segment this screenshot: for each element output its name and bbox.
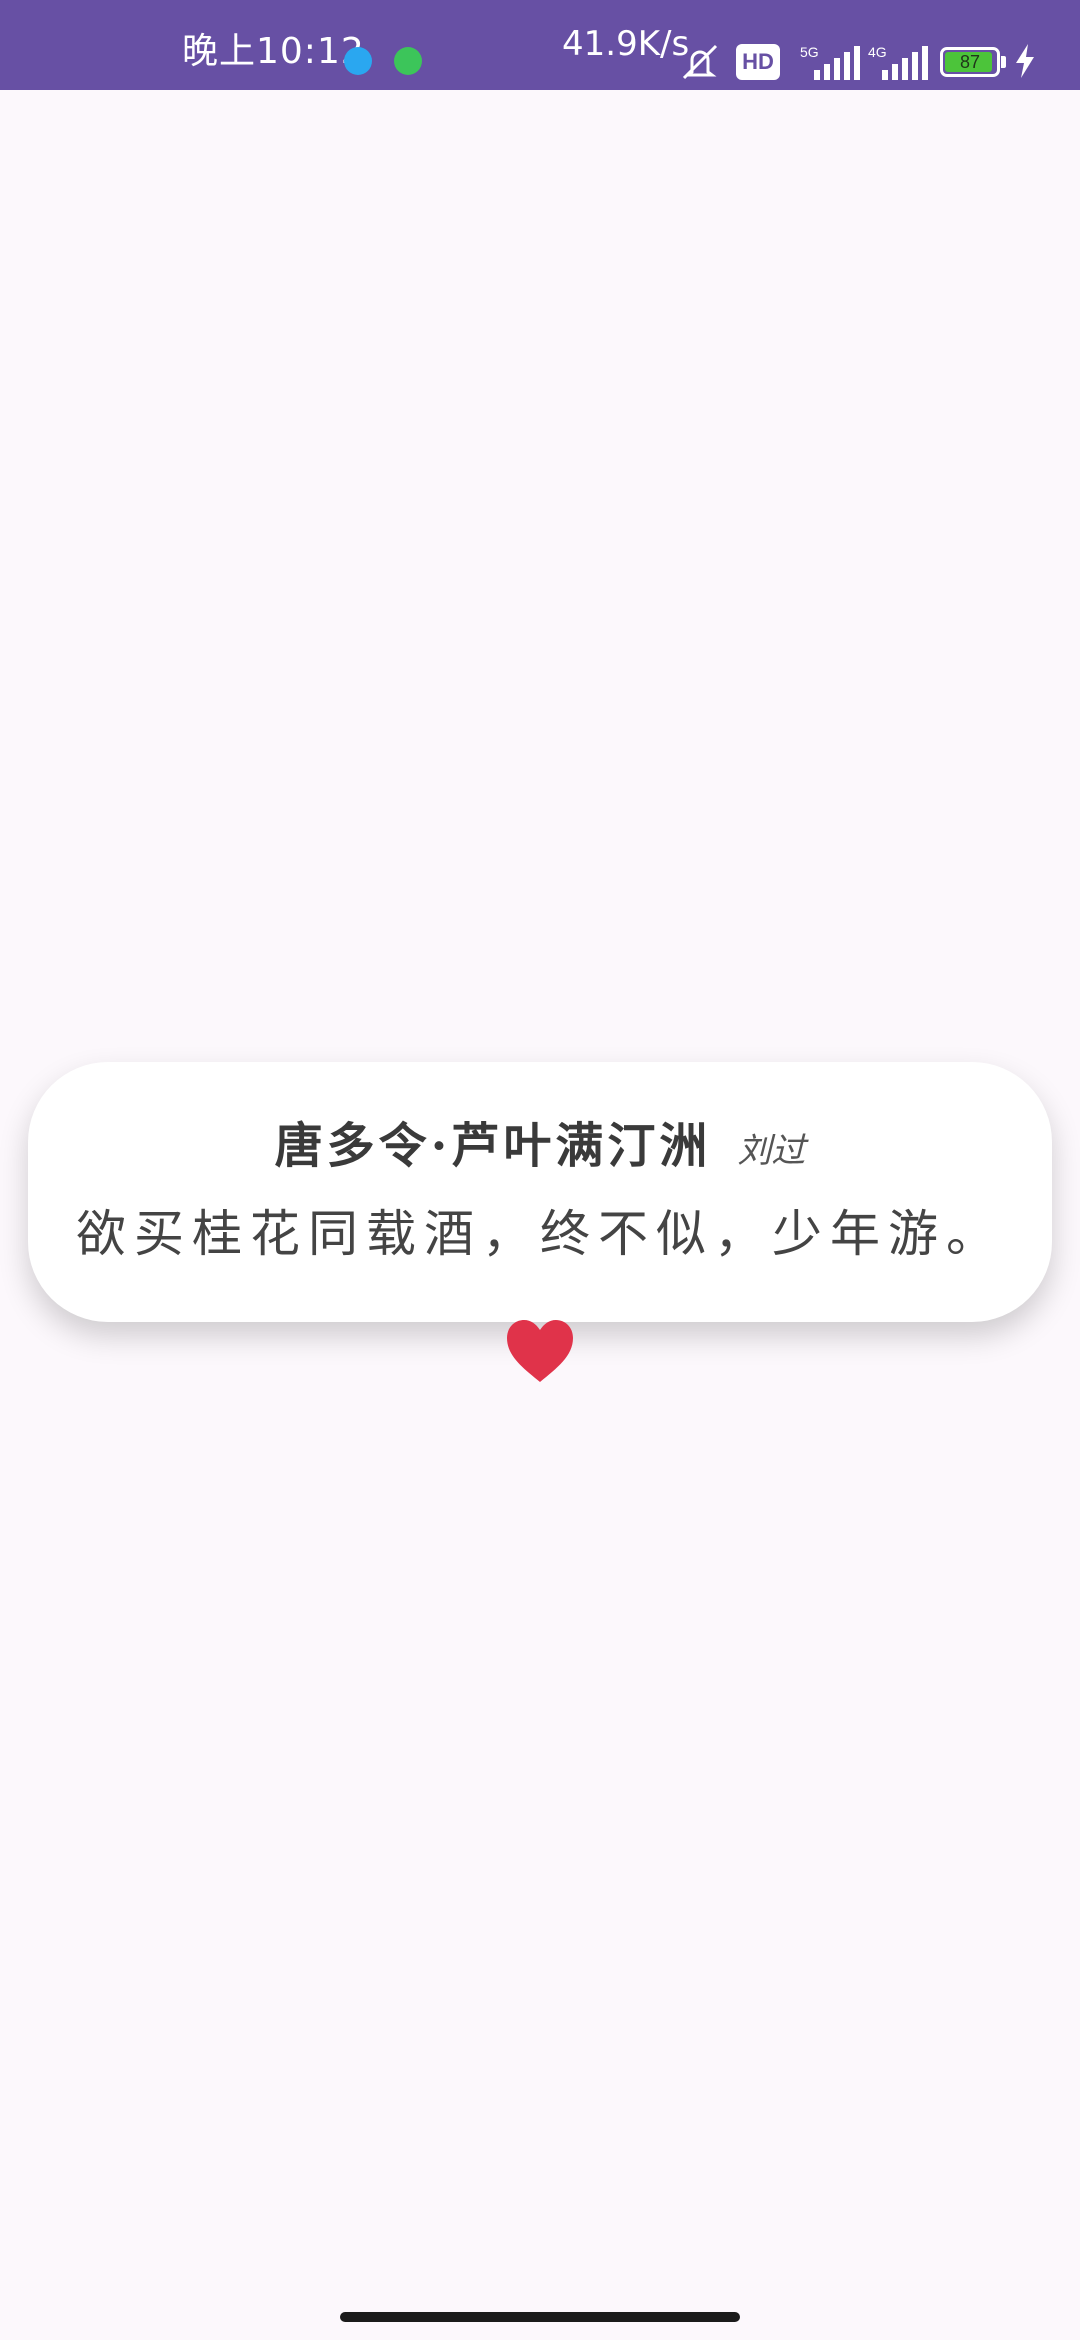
poem-line: 欲买桂花同载酒，终不似，少年游。 xyxy=(76,1205,1004,1263)
charging-icon xyxy=(1016,44,1034,78)
battery-tip xyxy=(1001,56,1006,68)
battery-icon: 87 xyxy=(940,47,1000,77)
video-app-icon xyxy=(344,47,372,75)
poem-author: 刘过 xyxy=(737,1131,806,1171)
signal-icon xyxy=(882,46,928,80)
battery-level: 87 xyxy=(959,52,981,72)
network-speed: 41.9K/s xyxy=(562,24,690,64)
poem-card[interactable]: 唐多令·芦叶满汀洲 刘过 欲买桂花同载酒，终不似，少年游。 xyxy=(28,1062,1052,1322)
hd-icon: HD xyxy=(736,44,780,80)
game-app-icon xyxy=(394,47,422,75)
heart-icon[interactable] xyxy=(505,1318,575,1384)
signal-icon xyxy=(814,46,860,80)
poem-title-row: 唐多令·芦叶满汀洲 刘过 xyxy=(28,1106,1052,1176)
status-bar: 晚上10:12 41.9K/s HD 5G 4G 87 xyxy=(0,0,1080,90)
home-indicator[interactable] xyxy=(340,2312,740,2322)
mute-icon xyxy=(682,44,718,80)
poem-title: 唐多令·芦叶满汀洲 xyxy=(274,1118,712,1174)
status-time: 晚上10:12 xyxy=(182,31,365,72)
